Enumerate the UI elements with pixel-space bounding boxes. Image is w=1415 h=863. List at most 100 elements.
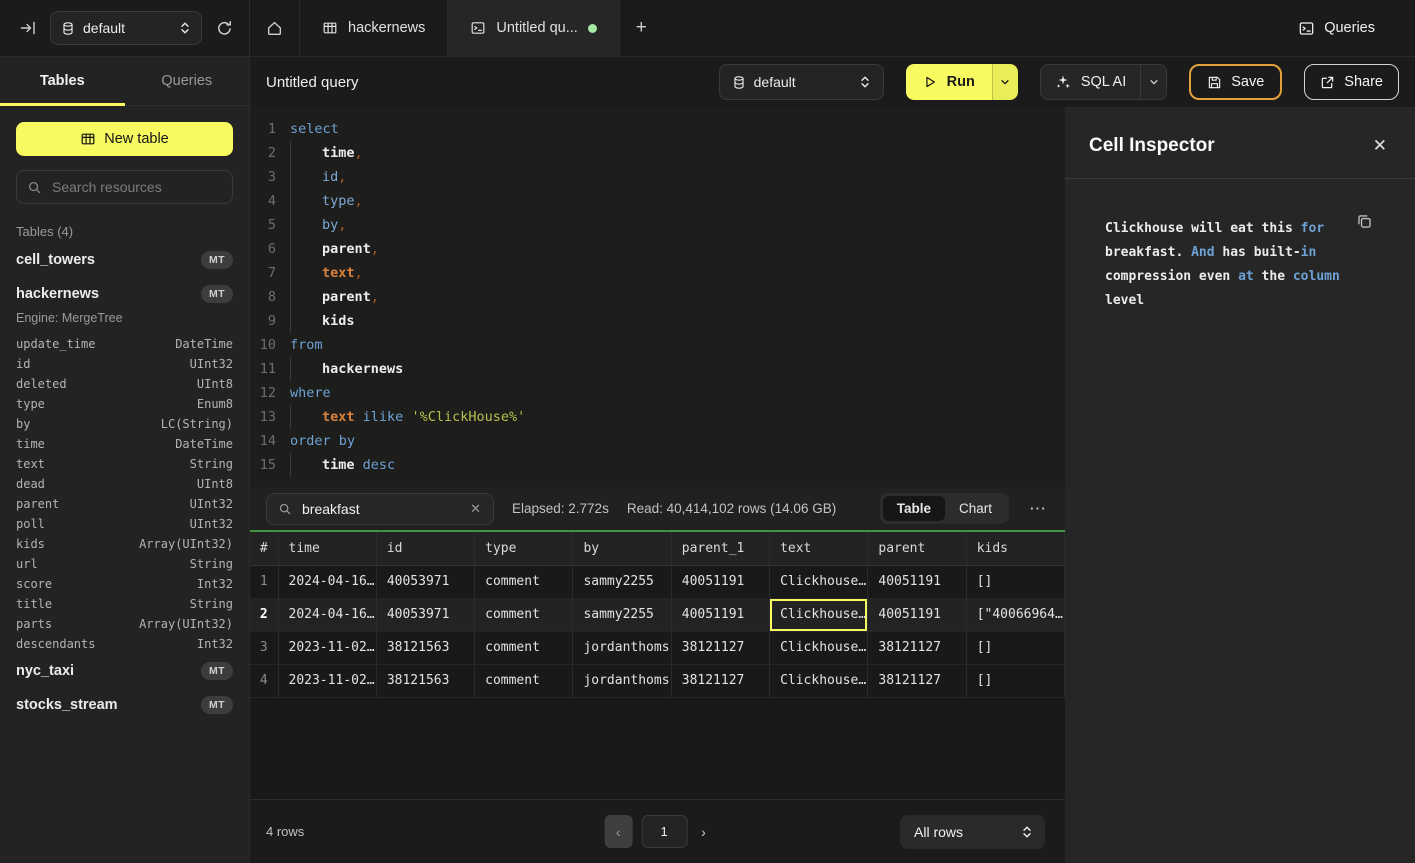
table-row[interactable]: 42023-11-02…38121563commentjordanthoms38… — [250, 664, 1065, 697]
sidebar-search-input[interactable] — [50, 178, 222, 196]
table-row[interactable]: 22024-04-16…40053971commentsammy22554005… — [250, 598, 1065, 631]
share-button[interactable]: Share — [1304, 64, 1399, 100]
topbar-database-selector[interactable]: default — [50, 11, 202, 45]
sidebar-tab-tables[interactable]: Tables — [0, 57, 125, 105]
table-cell[interactable]: 38121127 — [868, 664, 966, 697]
view-toggle-table[interactable]: Table — [883, 496, 945, 521]
table-cell[interactable]: 2024-04-16… — [278, 598, 376, 631]
tab-home[interactable] — [250, 0, 300, 56]
table-cell[interactable]: 40051191 — [868, 598, 966, 631]
refresh-button[interactable] — [212, 16, 237, 41]
queries-button[interactable]: Queries — [1298, 0, 1415, 56]
column-row: scoreInt32 — [0, 574, 249, 594]
column-type: Array(UInt32) — [139, 535, 233, 553]
row-number: 4 — [250, 664, 278, 697]
clear-search-button[interactable]: ✕ — [469, 501, 482, 517]
table-cell[interactable]: 38121127 — [671, 631, 769, 664]
table-cell[interactable]: ["40066964… — [966, 598, 1064, 631]
top-bar-left: default — [0, 0, 250, 56]
results-search-input[interactable] — [300, 500, 461, 518]
table-cell[interactable]: 38121563 — [376, 631, 474, 664]
new-tab-button[interactable]: + — [620, 0, 663, 56]
tab-untitled-query[interactable]: Untitled qu... — [448, 0, 619, 56]
table-cell[interactable]: jordanthoms — [573, 631, 671, 664]
table-cell[interactable]: 38121127 — [671, 664, 769, 697]
table-cell[interactable]: jordanthoms — [573, 664, 671, 697]
table-cell[interactable]: 2024-04-16… — [278, 565, 376, 598]
close-inspector-button[interactable]: ✕ — [1369, 134, 1391, 158]
run-button[interactable]: Run — [906, 64, 992, 100]
previous-page-button[interactable]: ‹ — [604, 815, 632, 848]
column-row: typeEnum8 — [0, 394, 249, 414]
run-options-button[interactable] — [992, 64, 1018, 100]
table-cell[interactable]: comment — [475, 598, 573, 631]
table-cell[interactable]: Clickhouse… — [770, 565, 868, 598]
results-more-button[interactable]: ⋯ — [1027, 499, 1049, 519]
table-cell[interactable]: sammy2255 — [573, 565, 671, 598]
query-database-selector[interactable]: default — [719, 64, 884, 100]
table-cell[interactable]: comment — [475, 631, 573, 664]
line-code: id, — [290, 165, 346, 189]
tab-hackernews[interactable]: hackernews — [300, 0, 448, 56]
table-cell[interactable]: Clickhouse… — [770, 664, 868, 697]
sidebar-item-hackernews[interactable]: hackernewsMT — [0, 277, 249, 311]
table-cell[interactable]: sammy2255 — [573, 598, 671, 631]
sql-ai-button[interactable]: SQL AI — [1041, 65, 1140, 99]
sidebar-tab-queries[interactable]: Queries — [125, 57, 250, 105]
page-number-input[interactable]: 1 — [641, 815, 687, 848]
sidebar-search[interactable] — [16, 170, 233, 204]
column-header[interactable]: time — [278, 532, 376, 565]
table-cell[interactable]: 2023-11-02… — [278, 664, 376, 697]
column-header[interactable]: by — [573, 532, 671, 565]
table-cell[interactable]: comment — [475, 565, 573, 598]
table-cell[interactable]: 40053971 — [376, 598, 474, 631]
grid-body: 12024-04-16…40053971commentsammy22554005… — [250, 565, 1065, 697]
view-toggle-chart[interactable]: Chart — [945, 496, 1006, 521]
sidebar-item-stocks_stream[interactable]: stocks_streamMT — [0, 688, 249, 722]
sql-ai-options-button[interactable] — [1140, 65, 1166, 99]
column-type: String — [190, 555, 233, 573]
column-header[interactable]: id — [376, 532, 474, 565]
collapse-sidebar-button[interactable] — [16, 16, 40, 40]
column-header[interactable]: # — [250, 532, 278, 565]
sql-ai-button-group: SQL AI — [1040, 64, 1167, 100]
table-cell[interactable]: 38121563 — [376, 664, 474, 697]
column-type: Int32 — [197, 635, 233, 653]
table-cell[interactable]: 40051191 — [868, 565, 966, 598]
table-row[interactable]: 12024-04-16…40053971commentsammy22554005… — [250, 565, 1065, 598]
table-name: hackernews — [16, 286, 99, 302]
table-cell[interactable]: 40051191 — [671, 565, 769, 598]
editor-line: 8parent, — [250, 285, 1065, 309]
table-engine-badge: MT — [201, 251, 233, 269]
sidebar-item-nyc_taxi[interactable]: nyc_taxiMT — [0, 654, 249, 688]
token: select — [290, 121, 339, 137]
table-cell[interactable]: comment — [475, 664, 573, 697]
table-row[interactable]: 32023-11-02…38121563commentjordanthoms38… — [250, 631, 1065, 664]
table-cell[interactable]: 2023-11-02… — [278, 631, 376, 664]
table-cell[interactable]: Clickhouse… — [770, 598, 868, 631]
table-cell[interactable]: 38121127 — [868, 631, 966, 664]
next-page-button[interactable]: › — [696, 824, 711, 840]
copy-cell-button[interactable] — [1354, 211, 1375, 232]
column-header[interactable]: parent — [868, 532, 966, 565]
column-header[interactable]: parent_1 — [671, 532, 769, 565]
database-icon — [61, 21, 75, 36]
table-cell[interactable]: [] — [966, 565, 1064, 598]
save-button[interactable]: Save — [1189, 64, 1282, 100]
table-cell[interactable]: [] — [966, 664, 1064, 697]
column-header[interactable]: kids — [966, 532, 1064, 565]
sql-editor[interactable]: 1select2time,3id,4type,5by,6parent,7text… — [250, 107, 1065, 487]
page-size-selector[interactable]: All rows — [900, 815, 1045, 849]
new-table-button[interactable]: New table — [16, 122, 233, 156]
table-cell[interactable]: 40051191 — [671, 598, 769, 631]
table-cell[interactable]: [] — [966, 631, 1064, 664]
refresh-icon — [216, 20, 233, 37]
column-header[interactable]: text — [770, 532, 868, 565]
column-row: byLC(String) — [0, 414, 249, 434]
column-header[interactable]: type — [475, 532, 573, 565]
table-cell[interactable]: Clickhouse… — [770, 631, 868, 664]
copy-icon — [1356, 213, 1373, 230]
table-cell[interactable]: 40053971 — [376, 565, 474, 598]
sidebar-item-cell_towers[interactable]: cell_towersMT — [0, 243, 249, 277]
results-search[interactable]: ✕ — [266, 493, 494, 525]
